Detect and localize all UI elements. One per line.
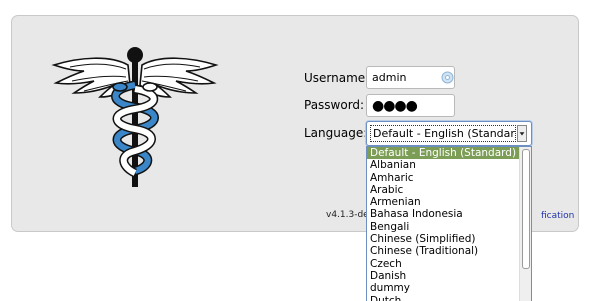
dropdown-options: Default - English (Standard) Albanian Amha…: [367, 147, 521, 301]
language-option[interactable]: Dutch: [367, 295, 521, 301]
certification-link[interactable]: fication: [541, 211, 574, 221]
password-label: Password:: [304, 98, 365, 112]
version-text: v4.1.3-de: [326, 210, 369, 220]
language-option[interactable]: Default - English (Standard): [367, 147, 521, 160]
language-option[interactable]: Albanian: [367, 159, 521, 171]
language-option[interactable]: Chinese (Simplified): [367, 233, 521, 245]
language-option[interactable]: Arabic: [367, 184, 521, 196]
scrollbar-thumb[interactable]: [522, 149, 530, 269]
language-dropdown-list: Default - English (Standard) Albanian Amha…: [366, 146, 532, 301]
dropdown-scrollbar[interactable]: [519, 147, 531, 301]
language-option[interactable]: dummy: [367, 282, 521, 294]
language-select[interactable]: Default - English (Standard): [366, 121, 532, 146]
language-option[interactable]: Czech: [367, 258, 521, 270]
language-option[interactable]: Armenian: [367, 196, 521, 208]
caduceus-logo: [51, 47, 219, 187]
language-option[interactable]: Chinese (Traditional): [367, 245, 521, 257]
username-label: Username:: [304, 71, 370, 85]
password-manager-icon[interactable]: [441, 71, 454, 84]
language-option[interactable]: Bahasa Indonesia: [367, 208, 521, 220]
language-select-value: Default - English (Standard): [370, 125, 516, 142]
password-input[interactable]: [366, 94, 455, 117]
language-option[interactable]: Amharic: [367, 172, 521, 184]
chevron-down-icon[interactable]: [517, 125, 527, 142]
language-label: Language:: [304, 126, 368, 140]
language-option[interactable]: Bengali: [367, 221, 521, 233]
language-option[interactable]: Danish: [367, 270, 521, 282]
